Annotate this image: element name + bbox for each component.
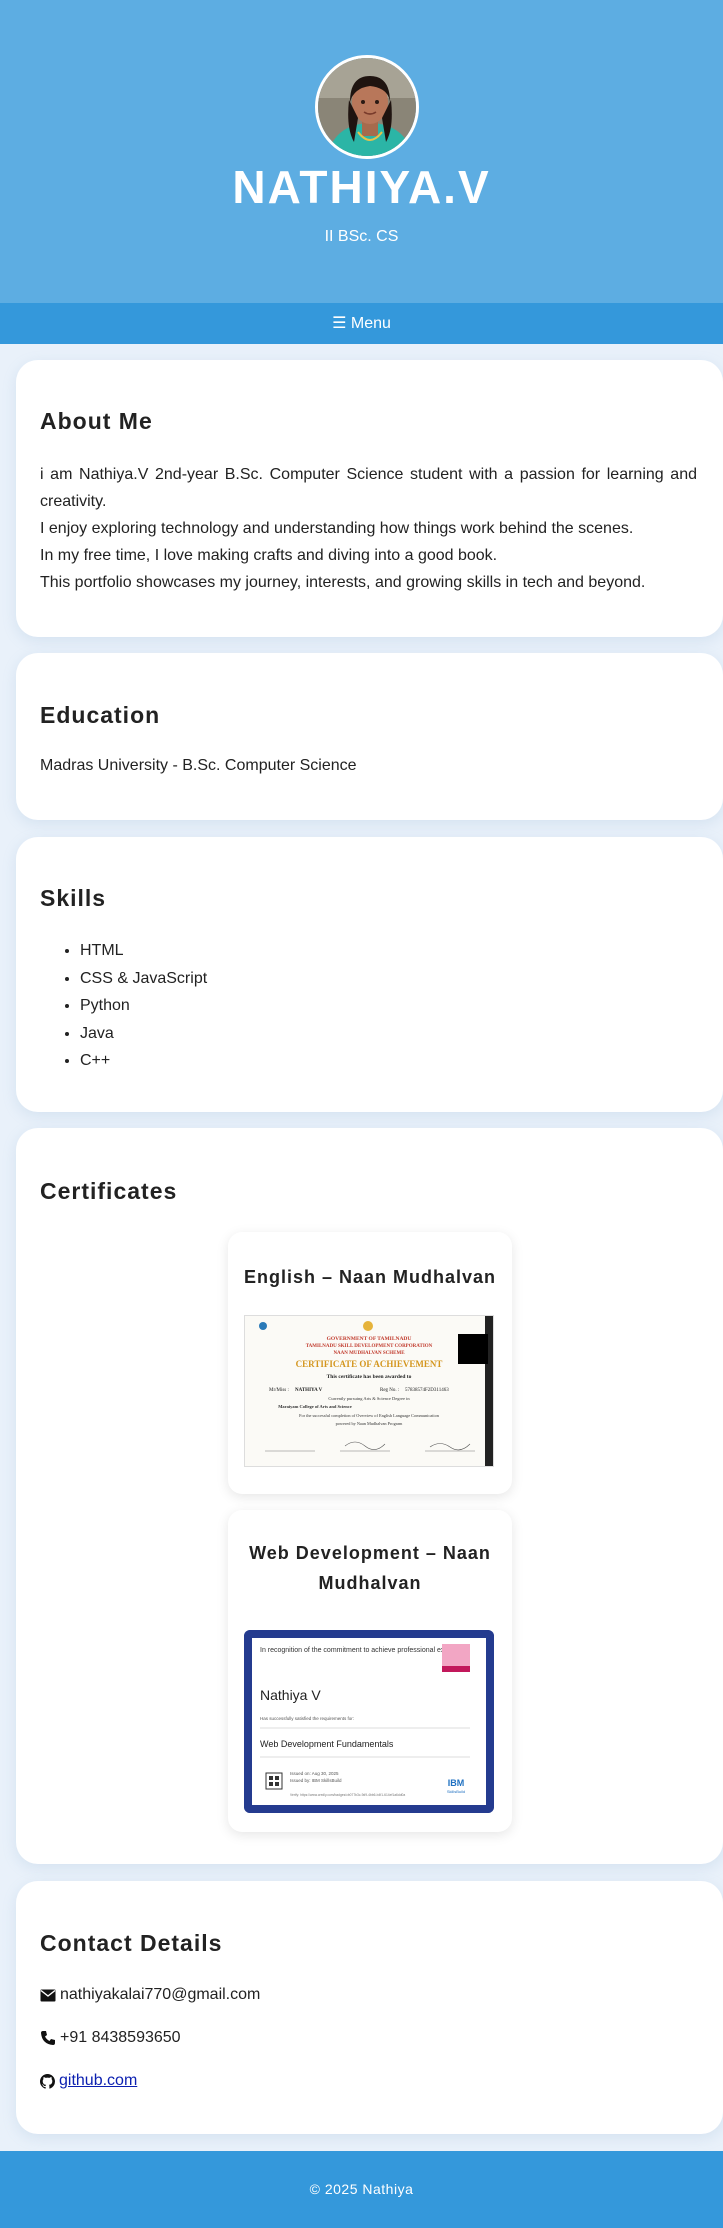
email-text: nathiyakalai770@gmail.com	[60, 1986, 261, 2003]
cert-reg: 57838574F2D311463	[405, 1388, 449, 1393]
profile-name: NATHIYA.V	[232, 161, 491, 213]
phone-text: +91 8438593650	[60, 2029, 181, 2046]
cert-header-2: TAMILNADU SKILL DEVELOPMENT CORPORATION	[306, 1344, 433, 1349]
contact-email: nathiyakalai770@gmail.com	[40, 1986, 260, 2004]
cert2-issued-by: Issued by: IBM SkillsBuild	[290, 1778, 342, 1783]
profile-avatar	[315, 55, 419, 159]
certificate-card-english[interactable]: English – Naan Mudhalvan GOVERNMENT OF T…	[228, 1232, 512, 1494]
cert2-issued-on: Issued on: Aug 30, 2025	[290, 1771, 339, 1776]
about-title: About Me	[40, 408, 153, 434]
certificate-card-webdev[interactable]: Web Development – Naan Mudhalvan In reco…	[228, 1510, 512, 1832]
education-card: Education Madras University - B.Sc. Comp…	[16, 653, 723, 820]
skill-item: C++	[80, 1047, 207, 1075]
menu-button[interactable]: ☰ Menu	[0, 303, 723, 344]
certificate-english-graphic: GOVERNMENT OF TAMILNADU TAMILNADU SKILL …	[245, 1316, 493, 1466]
cert-reg-label: Reg No. :	[380, 1388, 399, 1393]
cert-awarded: This certificate has been awarded to	[327, 1374, 412, 1380]
certificates-title: Certificates	[40, 1178, 178, 1204]
cert2-brand: IBM	[448, 1778, 465, 1788]
skills-title: Skills	[40, 885, 107, 911]
cert-college: Maraiyam College of Arts and Science	[278, 1404, 352, 1409]
about-text: i am Nathiya.V 2nd-year B.Sc. Computer S…	[40, 461, 697, 596]
contact-title: Contact Details	[40, 1930, 223, 1956]
envelope-icon	[40, 1989, 56, 2001]
profile-subtitle: II BSc. CS	[324, 228, 399, 245]
skill-item: HTML	[80, 937, 207, 965]
about-paragraph: This portfolio showcases my journey, int…	[40, 574, 646, 591]
cert2-verify: Verify: https://www.credly.com/badges/cb…	[290, 1793, 405, 1797]
education-title: Education	[40, 702, 161, 728]
avatar-photo	[318, 58, 416, 156]
contact-card: Contact Details nathiyakalai770@gmail.co…	[16, 1881, 723, 2134]
cert-name-label: Mr/Miss :	[269, 1388, 289, 1393]
about-card: About Me i am Nathiya.V 2nd-year B.Sc. C…	[16, 360, 723, 637]
certificate-title: English – Naan Mudhalvan	[243, 1267, 497, 1287]
about-paragraph: In my free time, I love making crafts an…	[40, 547, 498, 564]
cert-header-1: GOVERNMENT OF TAMILNADU	[327, 1336, 412, 1342]
profile-header: NATHIYA.V II BSc. CS	[0, 0, 723, 303]
cert2-brand-sub: SkillsBuild	[447, 1789, 465, 1794]
cert2-course: Web Development Fundamentals	[260, 1739, 394, 1749]
skill-item: Python	[80, 992, 207, 1020]
footer: © 2025 Nathiya	[0, 2151, 723, 2228]
cert-line-3: powered by Naan Mudhalvan Program	[336, 1421, 403, 1426]
github-icon	[40, 2073, 55, 2089]
cert2-statement: Has successfully satisfied the requireme…	[260, 1716, 354, 1721]
certificate-image-webdev[interactable]: In recognition of the commitment to achi…	[244, 1630, 494, 1813]
certificate-title: Web Development – Naan Mudhalvan	[249, 1543, 491, 1593]
cert2-recognition: In recognition of the commitment to achi…	[260, 1647, 470, 1654]
cert-name: NATHIYA V	[295, 1388, 323, 1393]
cert-line-1: Currently pursuing Arts & Science Degree…	[328, 1396, 410, 1401]
certificate-webdev-graphic: In recognition of the commitment to achi…	[244, 1630, 494, 1813]
skill-item: CSS & JavaScript	[80, 965, 207, 993]
phone-icon	[41, 2031, 55, 2045]
cert-header-3: NAAN MUDHALVAN SCHEME	[333, 1351, 405, 1356]
cert2-name: Nathiya V	[260, 1687, 321, 1703]
certificate-image-english[interactable]: GOVERNMENT OF TAMILNADU TAMILNADU SKILL …	[244, 1315, 494, 1467]
cert-line-2: For the successful completion of Overvie…	[299, 1413, 440, 1418]
contact-github: github.com	[40, 2072, 137, 2090]
skills-list: HTML CSS & JavaScript Python Java C++	[40, 937, 207, 1075]
contact-phone: +91 8438593650	[40, 2029, 181, 2047]
github-link[interactable]: github.com	[59, 2072, 137, 2090]
skills-card: Skills HTML CSS & JavaScript Python Java…	[16, 837, 723, 1112]
about-paragraph: I enjoy exploring technology and underst…	[40, 520, 634, 537]
certificates-card: Certificates English – Naan Mudhalvan GO…	[16, 1128, 723, 1864]
education-text: Madras University - B.Sc. Computer Scien…	[40, 757, 357, 774]
about-paragraph: i am Nathiya.V 2nd-year B.Sc. Computer S…	[40, 466, 697, 510]
skill-item: Java	[80, 1020, 207, 1048]
cert-heading: CERTIFICATE OF ACHIEVEMENT	[296, 1359, 443, 1369]
